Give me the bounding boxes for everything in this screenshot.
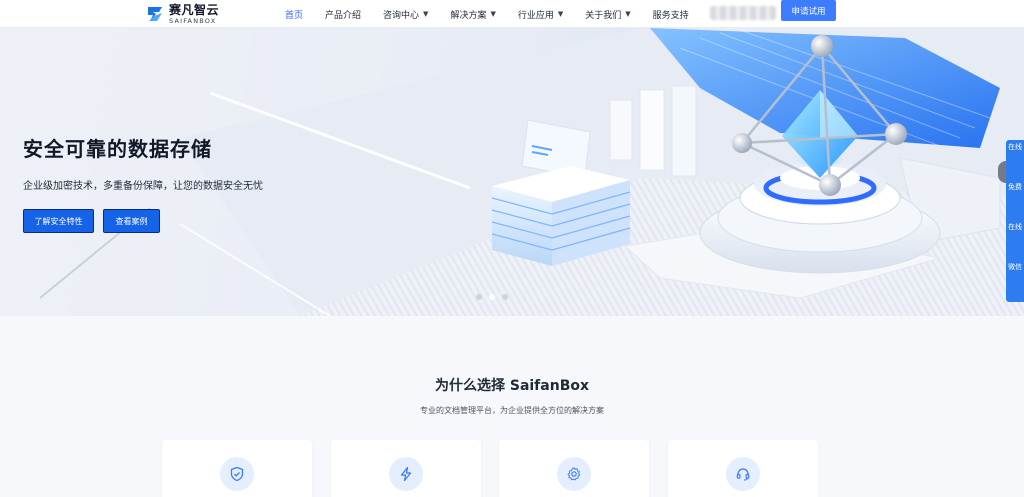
logo-mark-icon (148, 7, 162, 21)
headset-icon (736, 468, 750, 481)
hero-illustration (39, 28, 1024, 316)
chevron-down-icon: ▼ (625, 10, 631, 18)
chevron-down-icon: ▼ (423, 10, 429, 18)
nav-item-consulting[interactable]: 咨询中心 ▼ (383, 8, 428, 21)
carousel-dots (476, 294, 508, 300)
brand-logo[interactable]: 赛凡智云 SAIFANBOX (145, 1, 219, 27)
carousel-dot-1[interactable] (476, 294, 482, 300)
hero-title: 安全可靠的数据存储 (23, 137, 212, 161)
view-cases-button[interactable]: 查看案例 (103, 209, 160, 233)
nav-item-solutions[interactable]: 解决方案 ▼ (450, 8, 495, 21)
hero-subtitle: 企业级加密技术，多重备份保障，让您的数据安全无忧 (23, 181, 263, 192)
lightning-icon (400, 466, 412, 482)
feature-card-speed (331, 440, 481, 497)
section-subtitle: 专业的文档管理平台，为企业提供全方位的解决方案 (420, 406, 604, 415)
carousel-dot-3[interactable] (502, 294, 508, 300)
nav-item-products[interactable]: 产品介绍 (325, 8, 361, 21)
side-item-online-chat[interactable]: 在线 (1008, 142, 1022, 152)
apply-trial-button[interactable]: 申请试用 (781, 0, 836, 21)
side-item-online[interactable]: 在线 (1008, 222, 1022, 232)
why-choose-section: 为什么选择 SaifanBox 专业的文档管理平台，为企业提供全方位的解决方案 (0, 316, 1024, 497)
feature-card-settings (499, 440, 649, 497)
logo-name: 赛凡智云 (169, 2, 220, 17)
nav-item-home[interactable]: 首页 (285, 8, 303, 21)
chevron-down-icon: ▼ (557, 10, 564, 18)
blurred-contact-phone (710, 6, 776, 20)
learn-security-button[interactable]: 了解安全特性 (23, 209, 94, 233)
feature-card-security (162, 440, 312, 497)
gear-icon (567, 467, 581, 481)
side-item-free[interactable]: 免费 (1008, 182, 1022, 192)
feature-card-support (668, 440, 818, 497)
hero-banner: 安全可靠的数据存储 企业级加密技术，多重备份保障，让您的数据安全无忧 了解安全特… (0, 28, 1024, 316)
section-title: 为什么选择 SaifanBox (434, 378, 590, 394)
floating-contact-panel: 在线 免费 在线 微信 (1006, 140, 1024, 302)
chevron-down-icon: ▼ (490, 10, 496, 18)
side-item-wechat[interactable]: 微信 (1008, 262, 1022, 272)
nav-item-support[interactable]: 服务支持 (653, 8, 689, 21)
logo-english: SAIFANBOX (169, 16, 217, 25)
shield-check-icon (230, 466, 244, 482)
carousel-dot-2[interactable] (489, 294, 495, 300)
top-header: 赛凡智云 SAIFANBOX 首页 产品介绍 咨询中心 ▼ 解决方案 ▼ 行业应… (0, 0, 1024, 28)
nav-item-industry[interactable]: 行业应用 ▼ (518, 8, 563, 21)
nav-item-about[interactable]: 关于我们 ▼ (585, 8, 630, 21)
main-nav: 首页 产品介绍 咨询中心 ▼ 解决方案 ▼ 行业应用 ▼ 关于我们 ▼ 服务支持 (285, 0, 711, 28)
